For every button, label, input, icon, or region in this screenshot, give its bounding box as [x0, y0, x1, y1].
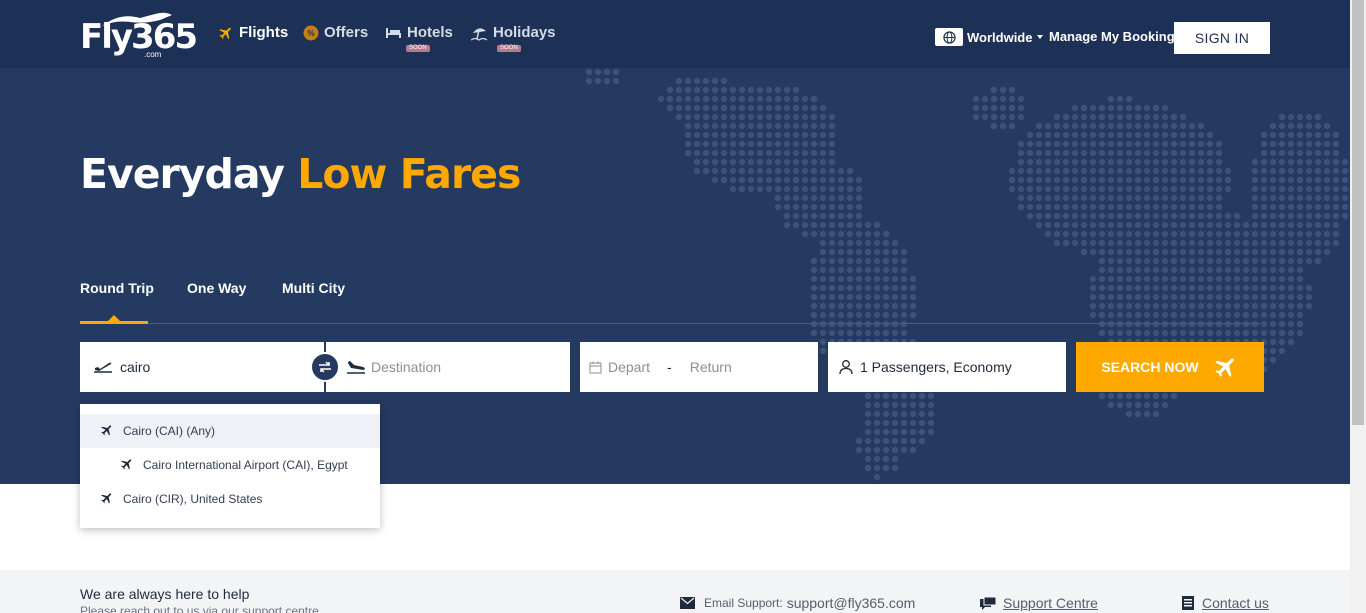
- suggestion-label: Cairo International Airport (CAI), Egypt: [143, 458, 348, 472]
- help-subtitle: Please reach out to us via our support c…: [80, 604, 319, 613]
- manage-booking-link[interactable]: Manage My Booking: [1049, 29, 1175, 44]
- nav-offers-label: Offers: [324, 24, 369, 41]
- swap-arrows-icon: [319, 361, 331, 373]
- depart-label[interactable]: Depart: [608, 359, 650, 375]
- date-separator: -: [667, 359, 672, 375]
- percent-badge-icon: %: [303, 25, 319, 45]
- page-title: Everyday Low Fares: [80, 150, 521, 198]
- swap-cities-button[interactable]: [310, 352, 340, 382]
- origin-input[interactable]: [120, 359, 290, 375]
- nav-flights-label: Flights: [239, 24, 289, 41]
- region-label: Worldwide: [967, 29, 1033, 45]
- plane-icon: [218, 25, 234, 45]
- top-navigation-bar: Fly365 .com Flights % Offers Hotels SOON…: [0, 0, 1350, 68]
- origin-suggestions-dropdown: Cairo (CAI) (Any) Cairo International Ai…: [80, 404, 380, 528]
- support-centre: Support Centre: [980, 595, 1098, 611]
- fly365-logo[interactable]: Fly365 .com: [80, 10, 198, 59]
- suggestion-item[interactable]: Cairo (CIR), United States: [80, 482, 380, 516]
- logo-domain: .com: [144, 50, 162, 59]
- nav-flights[interactable]: Flights: [218, 24, 288, 54]
- phone-book-icon: [1182, 596, 1194, 610]
- suggestion-item[interactable]: Cairo International Airport (CAI), Egypt: [80, 448, 380, 482]
- passengers-field[interactable]: 1 Passengers, Economy: [828, 342, 1066, 392]
- soon-badge: SOON: [497, 45, 521, 52]
- nav-holidays-label: Holidays: [493, 24, 556, 41]
- contact-us: Contact us: [1182, 595, 1269, 611]
- envelope-icon: [680, 597, 695, 609]
- nav-holidays[interactable]: Holidays SOON: [470, 24, 556, 54]
- help-title: We are always here to help: [80, 586, 250, 602]
- nav-hotels[interactable]: Hotels SOON: [385, 24, 453, 54]
- user-icon: [839, 359, 853, 375]
- beach-umbrella-icon: [470, 25, 488, 45]
- nav-hotels-label: Hotels: [407, 24, 453, 41]
- tab-one-way[interactable]: One Way: [187, 280, 246, 296]
- region-selector[interactable]: Worldwide: [935, 28, 1044, 46]
- headline-part2: Low Fares: [297, 150, 521, 198]
- svg-text:%: %: [307, 29, 314, 38]
- page-scrollbar[interactable]: [1350, 0, 1366, 613]
- email-label: Email Support:: [704, 596, 783, 610]
- plane-icon: [100, 491, 114, 508]
- suggestion-item[interactable]: Cairo (CAI) (Any): [80, 414, 380, 448]
- passengers-value: 1 Passengers, Economy: [860, 359, 1012, 375]
- active-tab-underline: [80, 321, 148, 324]
- soon-badge: SOON: [406, 45, 430, 52]
- destination-field[interactable]: [326, 342, 570, 392]
- tab-round-trip[interactable]: Round Trip: [80, 280, 154, 296]
- plane-icon: [1213, 354, 1239, 380]
- landing-icon: [346, 359, 366, 375]
- nav-offers[interactable]: % Offers: [303, 24, 368, 54]
- takeoff-icon: [93, 359, 113, 375]
- origin-field[interactable]: [80, 342, 325, 392]
- globe-icon: [935, 28, 963, 46]
- calendar-icon: [589, 361, 602, 374]
- plane-icon: [100, 423, 114, 440]
- scrollbar-thumb[interactable]: [1352, 0, 1364, 425]
- email-support: Email Support: support@fly365.com: [680, 595, 915, 611]
- bed-icon: [385, 25, 402, 43]
- search-now-button[interactable]: SEARCH NOW: [1076, 342, 1264, 392]
- trip-type-tabs: Round Trip One Way Multi City: [80, 280, 1260, 324]
- return-label[interactable]: Return: [690, 359, 732, 375]
- suggestion-label: Cairo (CAI) (Any): [123, 424, 216, 438]
- suggestion-label: Cairo (CIR), United States: [123, 492, 263, 506]
- destination-input[interactable]: [371, 359, 541, 375]
- chevron-down-icon: [1037, 35, 1044, 39]
- search-now-label: SEARCH NOW: [1101, 359, 1199, 375]
- contact-us-link[interactable]: Contact us: [1202, 595, 1269, 611]
- headline-part1: Everyday: [80, 150, 285, 198]
- sign-in-button[interactable]: SIGN IN: [1174, 22, 1270, 54]
- support-centre-link[interactable]: Support Centre: [1003, 595, 1098, 611]
- email-value[interactable]: support@fly365.com: [787, 595, 916, 611]
- chat-icon: [980, 596, 996, 610]
- dates-field[interactable]: Depart - Return: [580, 342, 818, 392]
- plane-icon: [120, 457, 134, 474]
- tab-multi-city[interactable]: Multi City: [282, 280, 345, 296]
- logo-text: Fly365: [80, 17, 198, 57]
